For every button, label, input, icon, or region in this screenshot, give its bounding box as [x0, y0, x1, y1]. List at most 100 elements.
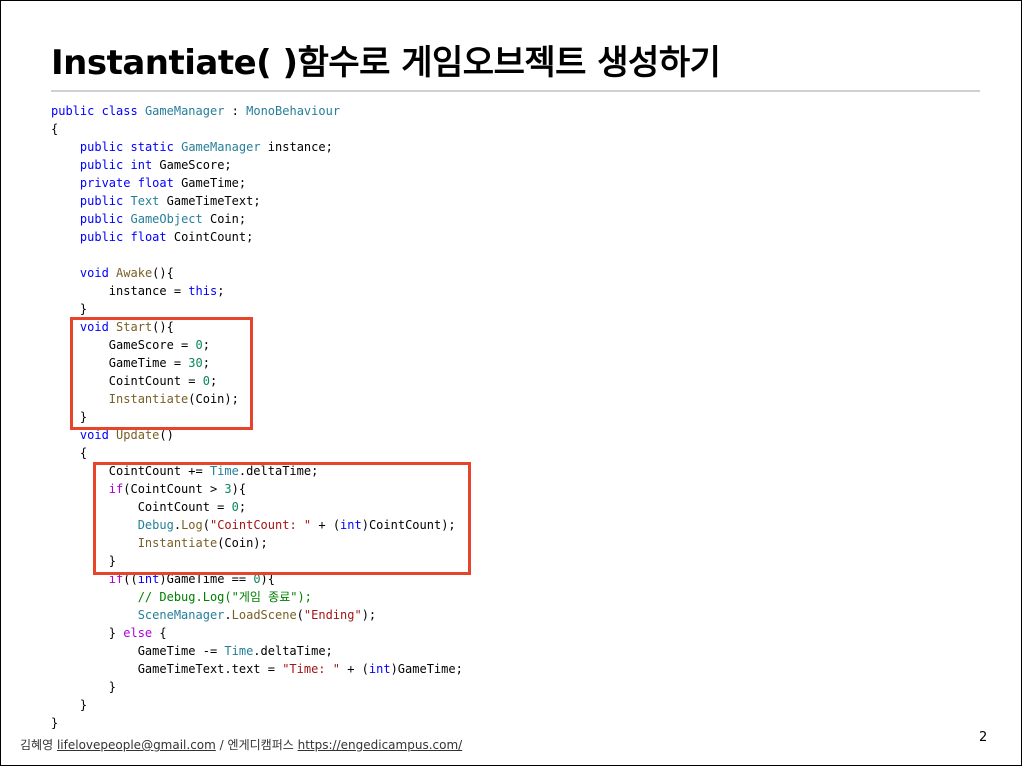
- code-line: {: [51, 120, 463, 138]
- code-token: int: [368, 662, 391, 676]
- footer-org: 엔게디캠퍼스: [227, 738, 294, 752]
- slide-title: Instantiate( )함수로 게임오브젝트 생성하기: [51, 43, 721, 83]
- footer-separator: /: [219, 738, 224, 752]
- code-line: public Text GameTimeText;: [51, 192, 463, 210]
- code-line: }: [51, 696, 463, 714]
- code-token: }: [51, 716, 59, 730]
- code-line: } else {: [51, 624, 463, 642]
- code-line: public static GameManager instance;: [51, 138, 463, 156]
- code-token: .: [224, 608, 232, 622]
- code-token: (: [296, 608, 304, 622]
- code-token: class: [101, 104, 138, 118]
- code-token: // Debug.Log("게임 종료");: [137, 590, 312, 604]
- code-token: float: [137, 176, 174, 190]
- footer: 김혜영 lifelovepeople@gmail.com / 엔게디캠퍼스 ht…: [20, 736, 462, 753]
- code-token: GameTimeText.text =: [51, 662, 283, 676]
- code-token: (): [159, 428, 174, 442]
- code-token: GameManager: [181, 140, 261, 154]
- footer-email-link[interactable]: lifelovepeople@gmail.com: [57, 738, 216, 752]
- code-token: ;: [217, 284, 225, 298]
- code-line: public GameObject Coin;: [51, 210, 463, 228]
- code-line: GameTime -= Time.deltaTime;: [51, 642, 463, 660]
- code-token: GameManager: [144, 104, 225, 118]
- code-token: {: [51, 446, 88, 460]
- code-token: GameTime;: [173, 176, 247, 190]
- code-token: "Ending": [303, 608, 362, 622]
- code-token: int: [130, 158, 153, 172]
- code-token: MonoBehaviour: [246, 104, 341, 118]
- code-line: GameTimeText.text = "Time: " + (int)Game…: [51, 660, 463, 678]
- code-token: instance;: [260, 140, 333, 154]
- code-token: Awake: [116, 266, 153, 280]
- code-token: .deltaTime;: [253, 644, 333, 658]
- code-line: void Awake(){: [51, 264, 463, 282]
- code-line: }: [51, 300, 463, 318]
- code-token: (){: [152, 266, 174, 280]
- code-line: instance = this;: [51, 282, 463, 300]
- code-token: "Time: ": [282, 662, 340, 676]
- code-token: + (: [339, 662, 369, 676]
- code-line: }: [51, 678, 463, 696]
- page-number: 2: [979, 730, 988, 745]
- footer-url-link[interactable]: https://engedicampus.com/: [298, 738, 463, 752]
- code-token: public: [79, 158, 124, 172]
- slide: Instantiate( )함수로 게임오브젝트 생성하기 public cla…: [0, 0, 1022, 766]
- code-line: }: [51, 714, 463, 732]
- code-token: Text: [130, 194, 160, 208]
- code-token: GameScore;: [152, 158, 232, 172]
- code-line: SceneManager.LoadScene("Ending");: [51, 606, 463, 624]
- code-token: CointCount;: [166, 230, 254, 244]
- footer-author: 김혜영: [20, 738, 54, 752]
- code-token: public: [79, 212, 124, 226]
- code-token: instance =: [51, 284, 189, 298]
- code-token: GameObject: [130, 212, 203, 226]
- code-token: LoadScene: [231, 608, 297, 622]
- code-token: }: [51, 680, 117, 694]
- code-token: {: [152, 626, 167, 640]
- code-line: public int GameScore;: [51, 156, 463, 174]
- code-token: {: [51, 122, 59, 136]
- code-token: )GameTime;: [390, 662, 463, 676]
- code-token: GameTimeText;: [159, 194, 261, 208]
- coin-spawn-highlight-box: [93, 462, 471, 575]
- code-token: SceneManager: [137, 608, 225, 622]
- code-token: public: [79, 230, 124, 244]
- code-token: void: [79, 428, 109, 442]
- code-token: static: [130, 140, 174, 154]
- code-line: private float GameTime;: [51, 174, 463, 192]
- code-token: Time: [224, 644, 254, 658]
- code-token: private: [79, 176, 131, 190]
- code-token: else: [123, 626, 153, 640]
- code-token: );: [361, 608, 377, 622]
- code-token: this: [188, 284, 218, 298]
- code-token: Update: [116, 428, 160, 442]
- title-divider: [51, 90, 980, 92]
- code-line: // Debug.Log("게임 종료");: [51, 588, 463, 606]
- code-line: public class GameManager : MonoBehaviour: [51, 102, 463, 120]
- code-token: void: [79, 266, 109, 280]
- code-token: }: [51, 626, 124, 640]
- start-method-highlight-box: [70, 317, 253, 430]
- code-token: Coin;: [202, 212, 247, 226]
- code-token: }: [51, 698, 88, 712]
- code-token: public: [79, 194, 124, 208]
